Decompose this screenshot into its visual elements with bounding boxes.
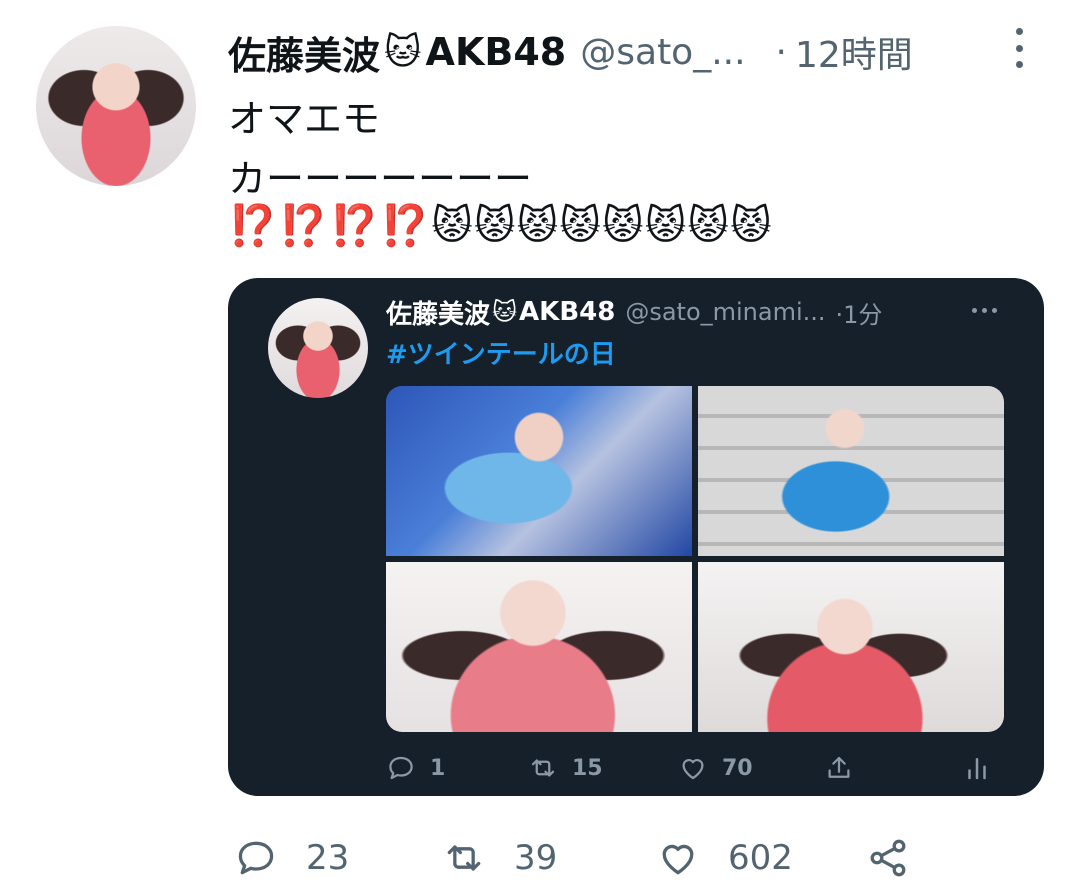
- photo-1[interactable]: [386, 386, 692, 556]
- reply-icon: [389, 756, 413, 780]
- heart-icon: [662, 844, 694, 875]
- tweet-timestamp[interactable]: 12時間: [795, 26, 913, 78]
- cat-emoji-icon: 🐱: [384, 31, 422, 73]
- retweet-icon: [531, 759, 555, 777]
- pouting-cat-emojis: 😾😾😾😾😾😾😾😾: [431, 203, 773, 249]
- retweet-count: 39: [514, 838, 558, 878]
- photo-3[interactable]: [386, 562, 692, 732]
- analytics-icon: [968, 758, 986, 780]
- tweet-action-bar: 23 39 602: [0, 834, 1080, 882]
- photo-grid: [386, 386, 1004, 732]
- quoted-retweet-count: 15: [572, 755, 603, 781]
- reply-icon: [238, 841, 274, 875]
- like-count: 602: [728, 838, 793, 878]
- share-icon: [870, 839, 906, 877]
- separator-dot: ·: [775, 31, 787, 73]
- quoted-like-count: 70: [722, 755, 753, 781]
- author-handle[interactable]: @sato_...: [580, 32, 745, 73]
- author-name-suffix[interactable]: AKB48: [426, 30, 567, 74]
- quoted-action-bar: 1 15 70: [386, 748, 1004, 788]
- quoted-author-name[interactable]: 佐藤美波: [386, 294, 490, 331]
- quoted-analytics-button[interactable]: [962, 748, 992, 788]
- quoted-author-suffix[interactable]: AKB48: [519, 297, 615, 327]
- retweet-icon: [447, 845, 481, 871]
- quoted-tweet-header: 佐藤美波 🐱 AKB48 @sato_minami... ·1分: [386, 292, 882, 332]
- reply-count: 23: [306, 838, 350, 878]
- quoted-reply-count: 1: [430, 755, 446, 781]
- quoted-retweet-button[interactable]: 15: [528, 748, 603, 788]
- quoted-tweet[interactable]: 佐藤美波 🐱 AKB48 @sato_minami... ·1分 #ツインテール…: [228, 278, 1044, 796]
- quoted-timestamp[interactable]: ·1分: [836, 295, 883, 330]
- tweet-text-line-2: カーーーーーーー: [228, 157, 533, 201]
- photo-4[interactable]: [698, 562, 1004, 732]
- tweet-text-line-1: オマエモ: [228, 97, 381, 141]
- quoted-share-button[interactable]: [824, 748, 854, 788]
- quoted-cat-emoji-icon: 🐱: [492, 298, 518, 326]
- quoted-author-avatar[interactable]: [268, 298, 368, 398]
- hashtag-link[interactable]: #ツインテールの日: [386, 334, 616, 371]
- quoted-more-options-icon[interactable]: [972, 308, 997, 313]
- like-button[interactable]: 602: [656, 834, 793, 882]
- share-button[interactable]: [866, 834, 910, 882]
- reply-button[interactable]: 23: [234, 834, 349, 882]
- more-options-icon[interactable]: [1008, 28, 1030, 68]
- share-upload-icon: [828, 756, 850, 778]
- interrobang-marks: ⁉️⁉️⁉️⁉️: [228, 203, 432, 249]
- photo-2[interactable]: [698, 386, 1004, 556]
- quoted-author-handle[interactable]: @sato_minami...: [625, 298, 825, 326]
- heart-icon: [682, 759, 704, 780]
- retweet-button[interactable]: 39: [442, 834, 557, 882]
- quoted-like-button[interactable]: 70: [678, 748, 753, 788]
- author-name[interactable]: 佐藤美波: [228, 25, 380, 80]
- tweet-header: 佐藤美波 🐱 AKB48 @sato_... · 12時間: [228, 24, 913, 80]
- quoted-reply-button[interactable]: 1: [386, 748, 445, 788]
- tweet-text-line-3: ⁉️⁉️⁉️⁉️😾😾😾😾😾😾😾😾: [228, 202, 773, 249]
- author-avatar[interactable]: [36, 26, 196, 186]
